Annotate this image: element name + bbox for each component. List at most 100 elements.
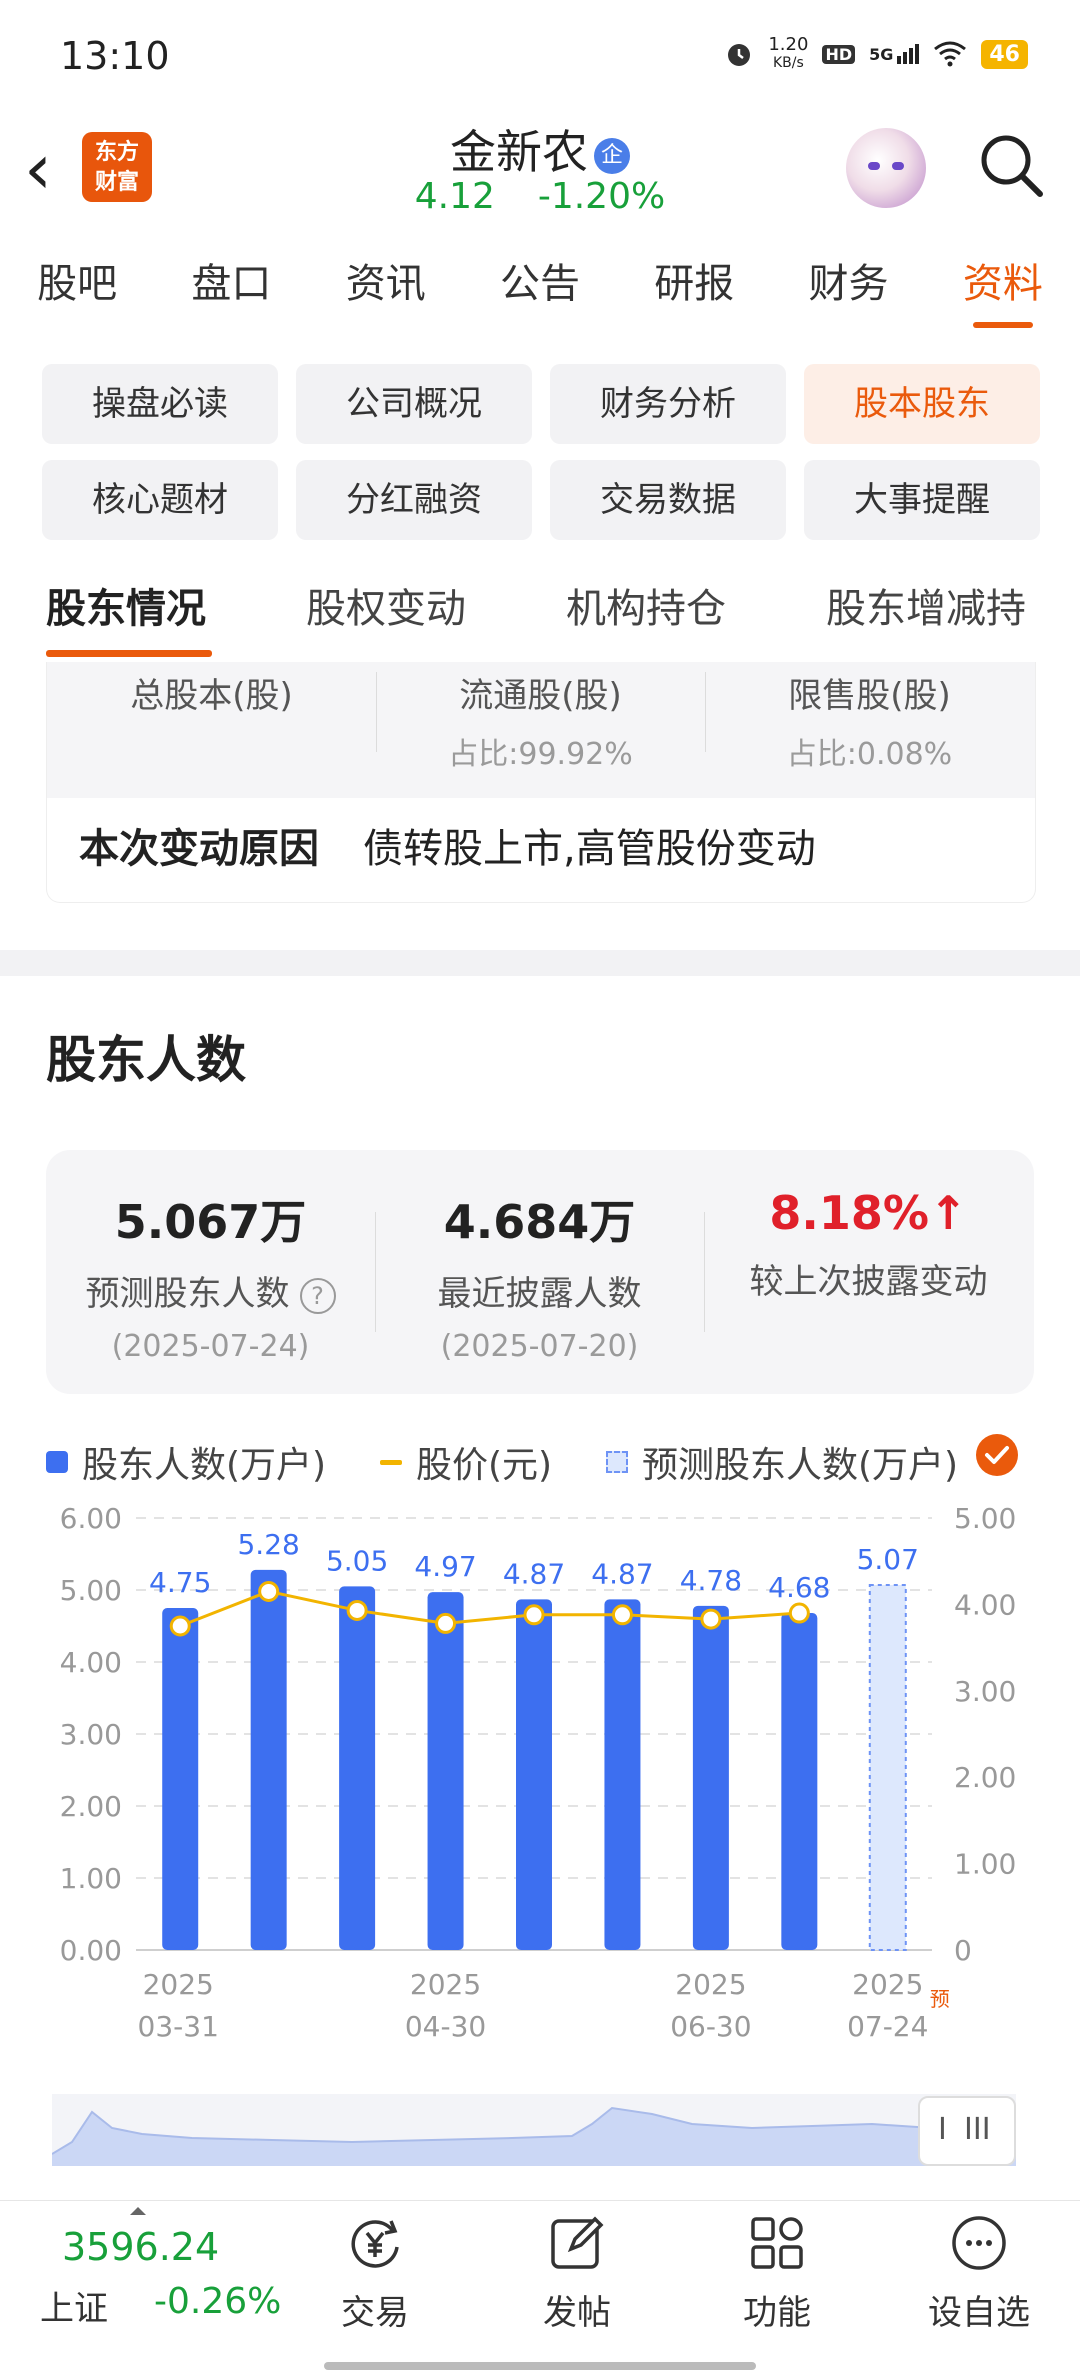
stat-latest-date: (2025-07-20) — [440, 1329, 639, 1364]
tab-pankou[interactable]: 盘口 — [154, 234, 308, 336]
y-right-tick-label: 1.00 — [954, 1848, 1016, 1881]
trade-label: 交易 — [341, 2293, 409, 2333]
index-name[interactable]: 上证 — [40, 2281, 108, 2330]
stock-change: -1.20% — [537, 176, 666, 217]
expand-up-icon[interactable] — [128, 2205, 148, 2217]
status-icons: 1.20 KB/s HD 5G 46 — [724, 36, 1028, 72]
edit-icon — [551, 2216, 604, 2269]
more-icon — [952, 2216, 1006, 2270]
legend-bars-label: 股东人数(万户) — [82, 1445, 327, 1486]
help-icon[interactable]: ? — [299, 1277, 336, 1314]
bar-value-label: 4.97 — [414, 1550, 476, 1583]
y-left-tick-label: 2.00 — [60, 1790, 122, 1823]
legend-forecast[interactable]: 预测股东人数(万户) — [606, 1436, 958, 1488]
bar-value-label: 4.87 — [503, 1557, 565, 1590]
chip-shareholders[interactable]: 股本股东 — [804, 364, 1040, 444]
section-title: 股东人数 — [46, 1031, 246, 1089]
legend-price-label: 股价(元) — [416, 1445, 553, 1486]
bar — [250, 1569, 287, 1950]
x-tick-year: 2025 — [675, 1968, 746, 2001]
float-shares-col: 流通股(股) 占比:99.92% — [376, 662, 705, 798]
tab-finance[interactable]: 财务 — [771, 234, 925, 336]
bar — [162, 1608, 199, 1950]
net-speed-value: 1.20 — [768, 34, 809, 55]
stat-change-label: 较上次披露变动 — [749, 1262, 988, 1302]
chart-range-scroller[interactable] — [52, 2094, 1016, 2166]
post-button[interactable]: 发帖 — [512, 2211, 642, 2334]
legend-bars[interactable]: 股东人数(万户) — [46, 1436, 326, 1488]
y-right-tick-label: 4.00 — [954, 1588, 1016, 1621]
y-right-tick-label: 3.00 — [954, 1675, 1016, 1708]
y-left-tick-label: 0.00 — [60, 1934, 122, 1967]
y-right-tick-label: 0 — [954, 1934, 972, 1967]
tab-institution-holdings[interactable]: 机构持仓 — [566, 576, 726, 634]
forecast-mark: 预 — [930, 1987, 950, 2011]
stat-forecast-label: 预测股东人数 — [85, 1274, 290, 1314]
net-speed-unit: KB/s — [773, 55, 804, 71]
index-change[interactable]: -0.26% — [154, 2281, 281, 2322]
yen-icon — [351, 2220, 399, 2268]
trade-button[interactable]: 交易 — [310, 2211, 440, 2334]
check-icon[interactable] — [976, 1434, 1018, 1476]
tab-news[interactable]: 资讯 — [309, 234, 463, 336]
index-value[interactable]: 3596.24 — [62, 2225, 219, 2269]
chart-legend: 股东人数(万户) 股价(元) 预测股东人数(万户) — [46, 1436, 1046, 1496]
active-tab-underline — [46, 650, 212, 657]
robot-assistant-icon[interactable] — [846, 128, 926, 208]
range-handle[interactable]: I III — [918, 2096, 1016, 2166]
price-point — [523, 1604, 545, 1626]
x-tick-date: 03-31 — [138, 2010, 219, 2043]
signal-label: 5G — [869, 45, 894, 64]
y-right-tick-label: 5.00 — [954, 1506, 1016, 1535]
tab-announcements[interactable]: 公告 — [463, 234, 617, 336]
restricted-shares-label: 限售股(股) — [788, 676, 951, 716]
legend-line-swatch — [380, 1459, 402, 1465]
legend-price[interactable]: 股价(元) — [380, 1436, 552, 1488]
chip-dividends[interactable]: 分红融资 — [296, 460, 532, 540]
share-capital-columns: 总股本(股) 流通股(股) 占比:99.92% 限售股(股) 占比:0.08% — [47, 662, 1035, 798]
x-tick-date: 06-30 — [670, 2010, 751, 2043]
tab-profile[interactable]: 资料 — [926, 234, 1080, 336]
tab-holder-status[interactable]: 股东情况 — [46, 576, 206, 634]
total-shares-col: 总股本(股) — [47, 662, 376, 798]
legend-bar-swatch — [46, 1451, 68, 1473]
tab-guba[interactable]: 股吧 — [0, 234, 154, 336]
stat-change-row: 8.18%↑ — [704, 1186, 1033, 1240]
chip-trading-data[interactable]: 交易数据 — [550, 460, 786, 540]
stock-name: 金新农 — [450, 125, 588, 179]
bar — [604, 1599, 641, 1950]
net-speed: 1.20 KB/s — [768, 36, 808, 72]
chip-core-themes[interactable]: 核心题材 — [42, 460, 278, 540]
chip-company-overview[interactable]: 公司概况 — [296, 364, 532, 444]
y-right-tick-label: 2.00 — [954, 1761, 1016, 1794]
chip-financial-analysis[interactable]: 财务分析 — [550, 364, 786, 444]
search-icon[interactable] — [976, 130, 1046, 200]
holder-count-section: 股东人数 5.067万 预测股东人数? (2025-07-24) 4.684万 … — [0, 976, 1080, 2200]
bar-value-label: 5.05 — [326, 1544, 388, 1577]
change-reason-label: 本次变动原因 — [79, 826, 319, 872]
y-left-tick-label: 6.00 — [60, 1506, 122, 1535]
home-indicator — [324, 2362, 756, 2370]
bar — [427, 1592, 464, 1950]
up-arrow-icon: ↑ — [929, 1186, 968, 1240]
x-tick-year: 2025 — [852, 1968, 923, 2001]
price-point — [611, 1604, 633, 1626]
legend-forecast-swatch — [606, 1451, 628, 1473]
tab-holder-changes[interactable]: 股东增减持 — [826, 576, 1026, 634]
add-watchlist-button[interactable]: 设自选 — [914, 2211, 1044, 2334]
main-tabs: 股吧 盘口 资讯 公告 研报 财务 资料 — [0, 234, 1080, 337]
price-point — [346, 1599, 368, 1621]
bar-value-label: 4.68 — [768, 1571, 830, 1604]
stat-forecast: 5.067万 预测股东人数? (2025-07-24) — [46, 1150, 375, 1394]
chip-events[interactable]: 大事提醒 — [804, 460, 1040, 540]
chip-must-read[interactable]: 操盘必读 — [42, 364, 278, 444]
functions-button[interactable]: 功能 — [712, 2211, 842, 2334]
price-point — [169, 1615, 191, 1637]
bar-value-label: 4.87 — [591, 1557, 653, 1590]
handle-left-mark: I — [938, 2112, 947, 2147]
tab-equity-change[interactable]: 股权变动 — [306, 576, 466, 634]
alarm-icon — [728, 44, 751, 66]
tab-research[interactable]: 研报 — [617, 234, 771, 336]
x-tick-date: 07-24 — [847, 2010, 928, 2043]
share-capital-section: 总股本(股) 流通股(股) 占比:99.92% 限售股(股) 占比:0.08% … — [0, 662, 1080, 950]
